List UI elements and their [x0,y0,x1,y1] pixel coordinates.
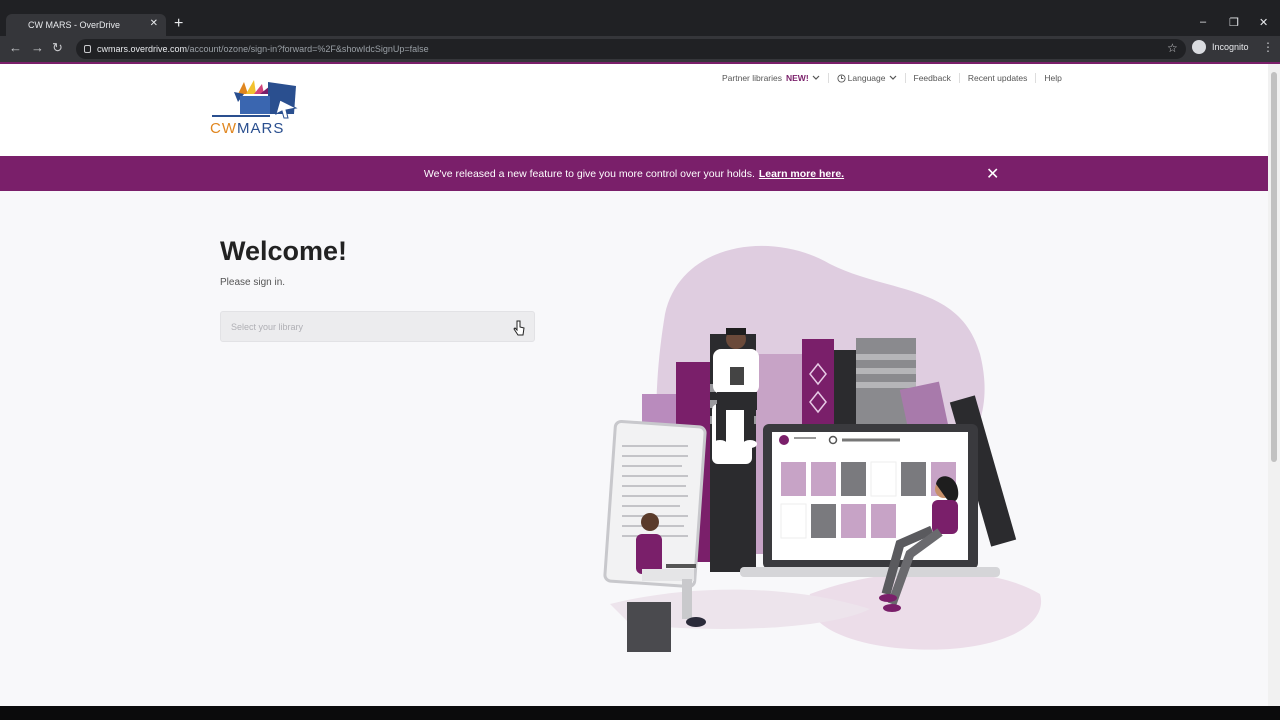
address-bar[interactable]: cwmars.overdrive.com /account/ozone/sign… [76,39,1186,59]
bookmark-star-icon[interactable]: ☆ [1167,41,1178,55]
url-path: /account/ozone/sign-in?forward=%2F&showI… [187,44,429,54]
page: CWMARS Partner libraries NEW! Language Fe… [0,64,1268,706]
pointer-cursor-icon [513,320,525,336]
partner-libraries-menu[interactable]: Partner libraries NEW! [714,73,829,83]
logo-mark-icon [212,80,298,119]
lock-icon [84,45,91,53]
library-select-placeholder: Select your library [231,321,304,332]
browser-menu-icon[interactable]: ⋮ [1262,40,1274,54]
incognito-icon [1192,40,1206,54]
feedback-link[interactable]: Feedback [906,73,960,83]
page-subtitle: Please sign in. [220,277,286,288]
restore-icon[interactable]: ❐ [1229,16,1239,29]
scrollbar-thumb[interactable] [1271,72,1277,462]
page-scrollbar[interactable] [1268,64,1280,706]
url-host: cwmars.overdrive.com [97,44,188,54]
back-icon[interactable]: ← [9,40,22,56]
banner-learn-more-link[interactable]: Learn more here. [759,168,844,180]
chevron-down-icon [889,75,896,80]
new-tab-icon[interactable]: + [174,15,183,33]
tab-close-icon[interactable]: ✕ [150,18,158,29]
library-select[interactable]: Select your library [220,311,535,342]
site-header: CWMARS Partner libraries NEW! Language Fe… [0,64,1268,156]
window-close-icon[interactable]: ✕ [1259,16,1268,29]
tab-active[interactable]: CW MARS - OverDrive ✕ [6,14,166,36]
feature-banner: We've released a new feature to give you… [0,156,1268,191]
forward-icon[interactable]: → [31,40,44,56]
tab-title: CW MARS - OverDrive [28,20,120,30]
clock-globe-icon [837,73,846,83]
recent-updates-link[interactable]: Recent updates [960,73,1037,83]
banner-message: We've released a new feature to give you… [423,167,755,180]
banner-close-icon[interactable]: ✕ [986,164,999,184]
library-illustration [603,245,1042,652]
browser-chrome: CW MARS - OverDrive ✕ + – ❐ ✕ ← → ↻ cwma… [0,0,1280,64]
minimize-icon[interactable]: – [1200,16,1206,28]
logo-wordmark: CWMARS [210,120,285,137]
reload-icon[interactable]: ↻ [52,40,63,56]
incognito-profile[interactable]: Incognito [1192,40,1249,54]
cwmars-logo[interactable]: CWMARS [210,78,300,138]
incognito-label: Incognito [1212,42,1249,52]
chevron-down-icon [812,75,820,80]
window-bottom-strip [0,706,1280,720]
page-title: Welcome! [220,236,348,266]
language-menu[interactable]: Language [829,73,906,83]
utility-nav: Partner libraries NEW! Language Feedback … [714,73,1070,83]
new-badge: NEW! [786,73,809,83]
help-link[interactable]: Help [1036,73,1069,83]
